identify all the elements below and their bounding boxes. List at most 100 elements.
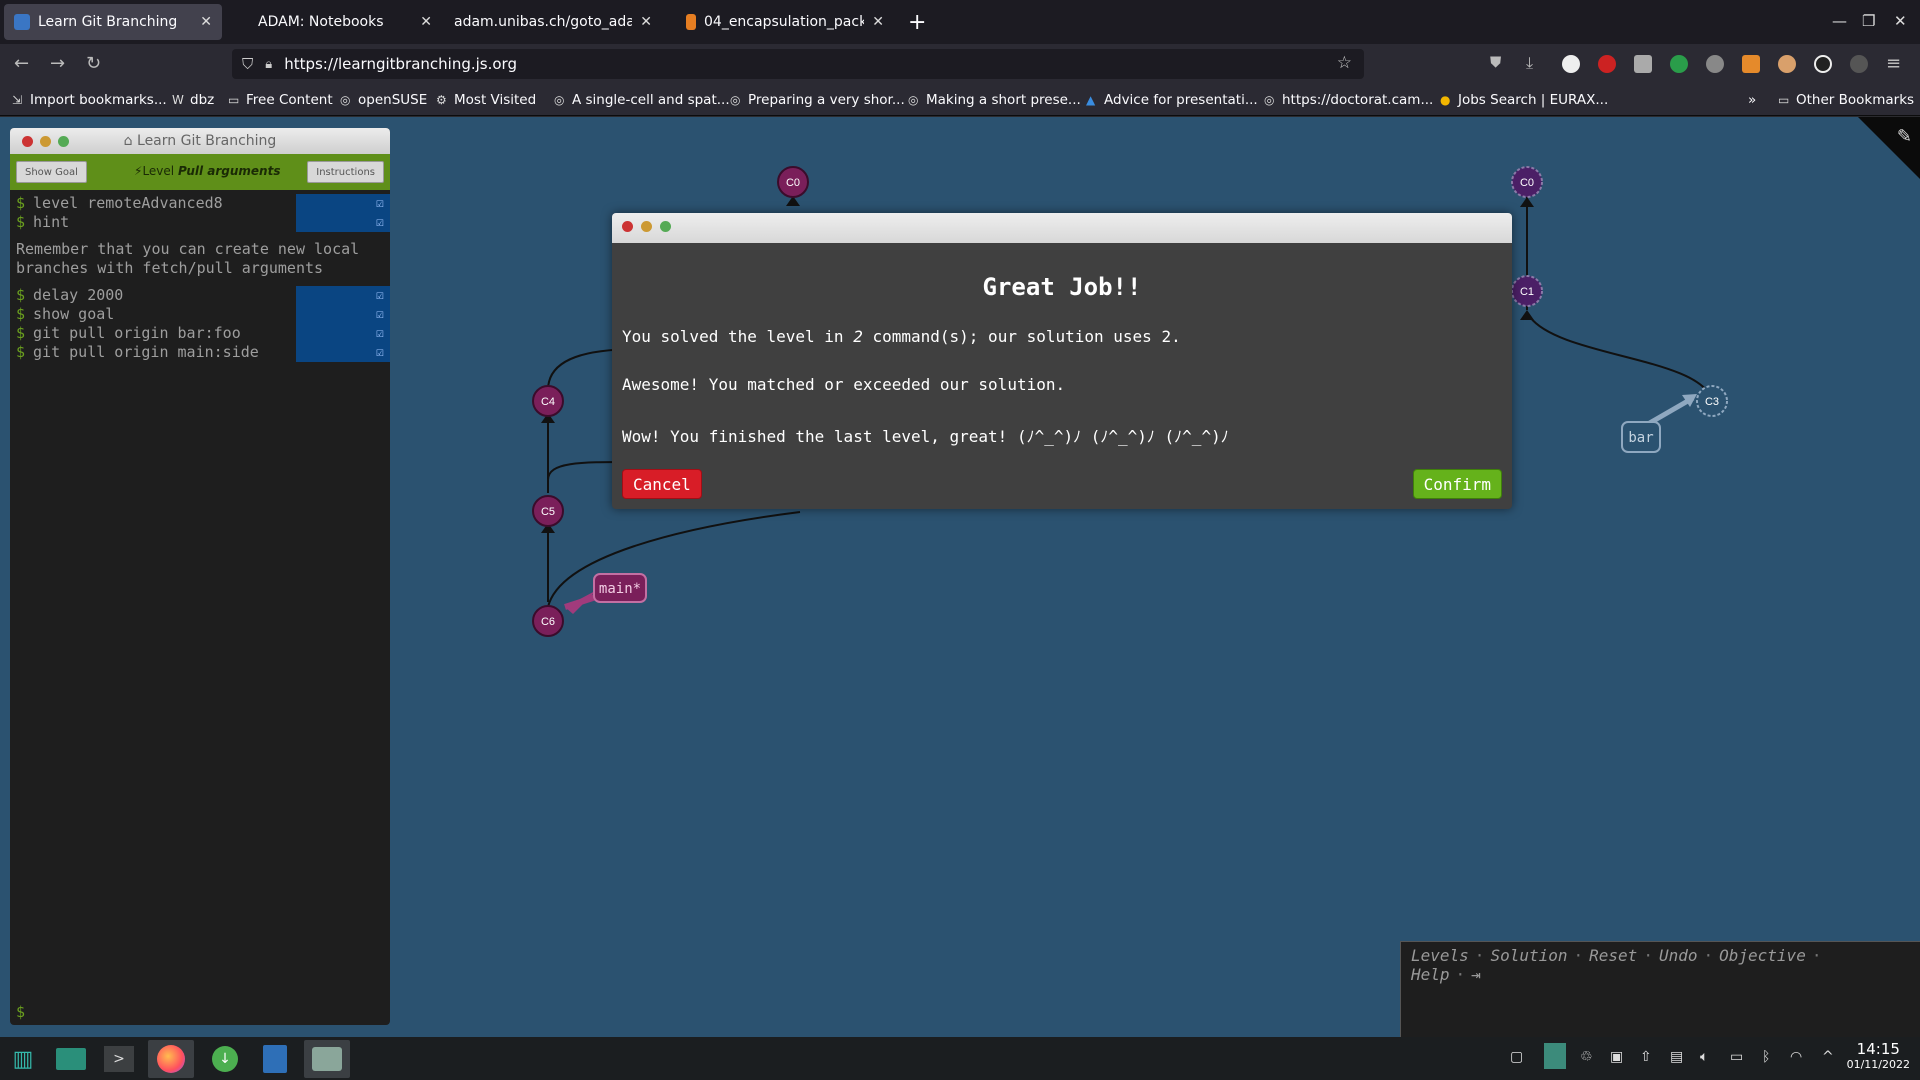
bookmark-star-icon[interactable]: ☆: [1337, 53, 1352, 73]
tray-expand-icon[interactable]: ^: [1822, 1049, 1834, 1065]
terminal-app-icon[interactable]: >: [96, 1040, 142, 1078]
globe-extension-icon[interactable]: [1706, 55, 1724, 73]
bookmark-dbz[interactable]: Wdbz: [172, 92, 214, 108]
show-desktop-icon[interactable]: ▢: [1510, 1049, 1523, 1065]
volume-icon[interactable]: 🔈︎: [1700, 1049, 1708, 1065]
close-icon[interactable]: ✕: [420, 14, 432, 30]
shield-icon[interactable]: ⛉: [242, 55, 253, 73]
checkbox-icon: ☑: [376, 307, 384, 322]
bookmarks-overflow-icon[interactable]: »: [1748, 92, 1756, 108]
office-app-icon[interactable]: [252, 1040, 298, 1078]
bookmark-opensuse[interactable]: ◎ openSUSE: [340, 92, 427, 108]
extension-s-icon[interactable]: [1562, 55, 1580, 73]
clipboard-icon[interactable]: ▤: [1670, 1049, 1683, 1065]
maximize-light-icon[interactable]: [58, 136, 69, 147]
close-icon[interactable]: ✕: [872, 14, 884, 30]
branch-label-main[interactable]: main*: [564, 573, 647, 614]
tab-adam-notebooks[interactable]: ADAM: Notebooks ✕: [224, 4, 442, 40]
bookmark-free-content[interactable]: ▭ Free Content: [228, 92, 333, 108]
menu-hamburger-icon[interactable]: ≡: [1886, 53, 1901, 74]
download-manager-icon[interactable]: ↓: [202, 1040, 248, 1078]
bookmark-advice[interactable]: ▲ Advice for presentati...: [1086, 92, 1258, 108]
levels-link[interactable]: Levels: [1411, 946, 1469, 965]
tab-adam-goto[interactable]: adam.unibas.ch/goto_adam_fi ✕: [444, 4, 662, 40]
downloads-icon[interactable]: ⤓: [1526, 53, 1533, 73]
close-icon[interactable]: ✕: [640, 14, 652, 30]
extension-b-icon[interactable]: [1850, 55, 1868, 73]
bookmark-preparing[interactable]: ◎ Preparing a very shor...: [730, 92, 905, 108]
separator: ·: [1703, 946, 1714, 965]
notifications-icon[interactable]: ♲: [1580, 1049, 1593, 1065]
extension-face-icon[interactable]: [1778, 55, 1796, 73]
branch-label-bar[interactable]: bar: [1621, 394, 1697, 453]
new-tab-plus-icon[interactable]: +: [908, 10, 926, 35]
bookmark-single-cell[interactable]: ◎ A single-cell and spat...: [554, 92, 730, 108]
forward-arrow-icon[interactable]: →: [50, 53, 65, 74]
lock-icon[interactable]: 🔒︎: [265, 57, 272, 72]
show-goal-button[interactable]: Show Goal: [16, 161, 87, 183]
undo-link[interactable]: Undo: [1659, 946, 1698, 965]
reset-link[interactable]: Reset: [1589, 946, 1637, 965]
folder-icon: ▭: [1778, 93, 1790, 107]
minimize-icon[interactable]: —: [1832, 12, 1847, 30]
extension-orange-icon[interactable]: [1742, 55, 1760, 73]
minimize-light-icon[interactable]: [40, 136, 51, 147]
reload-icon[interactable]: ↻: [86, 53, 101, 74]
commit-node-c5[interactable]: C5: [532, 495, 564, 527]
solution-link[interactable]: Solution: [1490, 946, 1567, 965]
maximize-light-icon[interactable]: [660, 221, 671, 232]
address-bar[interactable]: ⛉ 🔒︎ https://learngitbranching.js.org ☆: [232, 49, 1364, 79]
help-link[interactable]: Help: [1411, 965, 1450, 984]
command-input-prompt[interactable]: $: [16, 1003, 25, 1021]
other-bookmarks[interactable]: ▭ Other Bookmarks: [1778, 92, 1914, 108]
close-light-icon[interactable]: [22, 136, 33, 147]
firefox-icon[interactable]: [148, 1040, 194, 1078]
commit-node-c4[interactable]: C4: [532, 385, 564, 417]
instructions-button[interactable]: Instructions: [307, 161, 384, 183]
tab-learn-git-branching[interactable]: Learn Git Branching ✕: [4, 4, 222, 40]
close-icon[interactable]: ✕: [200, 14, 212, 30]
bookmark-import[interactable]: ⇲ Import bookmarks...: [12, 92, 167, 108]
python-ide-icon[interactable]: [304, 1040, 350, 1078]
restore-icon[interactable]: ❐: [1862, 12, 1875, 30]
close-light-icon[interactable]: [622, 221, 633, 232]
application-menu-icon[interactable]: ▥: [0, 1040, 46, 1078]
wifi-icon[interactable]: ◠: [1790, 1049, 1802, 1065]
tab-encapsulation[interactable]: 04_encapsulation_packagi ✕: [676, 4, 894, 40]
extension-panda-icon[interactable]: [1814, 55, 1832, 73]
commit-node-c0-remote[interactable]: C0: [1511, 166, 1543, 198]
url-text[interactable]: https://learngitbranching.js.org: [284, 55, 517, 73]
workspace-pager-icon[interactable]: [1544, 1043, 1566, 1069]
confirm-button[interactable]: Confirm: [1412, 469, 1502, 499]
battery-icon[interactable]: ▭: [1730, 1049, 1743, 1065]
updates-icon[interactable]: ⇧: [1640, 1049, 1652, 1065]
extension-grey-icon[interactable]: [1634, 55, 1652, 73]
clock[interactable]: 14:15 01/11/2022: [1847, 1040, 1910, 1071]
display-icon[interactable]: ▣: [1610, 1049, 1623, 1065]
prompt-symbol: $: [16, 286, 26, 304]
exit-icon[interactable]: ⇥: [1471, 965, 1481, 984]
bluetooth-icon[interactable]: ᛒ: [1762, 1049, 1770, 1065]
line1-prefix: You solved the level in: [622, 327, 854, 346]
bookmark-label: Free Content: [246, 92, 333, 108]
minimize-light-icon[interactable]: [641, 221, 652, 232]
command-line: $ delay 2000 ☑: [16, 286, 390, 305]
file-manager-icon[interactable]: [48, 1040, 94, 1078]
extension-green-icon[interactable]: [1670, 55, 1688, 73]
bookmark-making[interactable]: ◎ Making a short prese...: [908, 92, 1081, 108]
commit-node-c0-local[interactable]: C0: [777, 166, 809, 198]
pocket-icon[interactable]: ⛊: [1490, 53, 1501, 71]
window-close-icon[interactable]: ✕: [1894, 12, 1907, 30]
bookmark-doctorat[interactable]: ◎ https://doctorat.cam...: [1264, 92, 1433, 108]
commit-node-c1[interactable]: C1: [1511, 275, 1543, 307]
back-arrow-icon[interactable]: ←: [14, 53, 29, 74]
cancel-button[interactable]: Cancel: [622, 469, 702, 499]
commit-node-c6[interactable]: C6: [532, 605, 564, 637]
wrench-icon[interactable]: ✎: [1897, 126, 1912, 147]
bookmark-most-visited[interactable]: ⚙ Most Visited: [436, 92, 536, 108]
extension-ublock-icon[interactable]: [1598, 55, 1616, 73]
commit-node-c3[interactable]: C3: [1696, 385, 1728, 417]
objective-link[interactable]: Objective: [1719, 946, 1806, 965]
bookmark-euraxess[interactable]: ● Jobs Search | EURAX...: [1440, 92, 1608, 108]
globe-icon: ◎: [1264, 93, 1275, 107]
